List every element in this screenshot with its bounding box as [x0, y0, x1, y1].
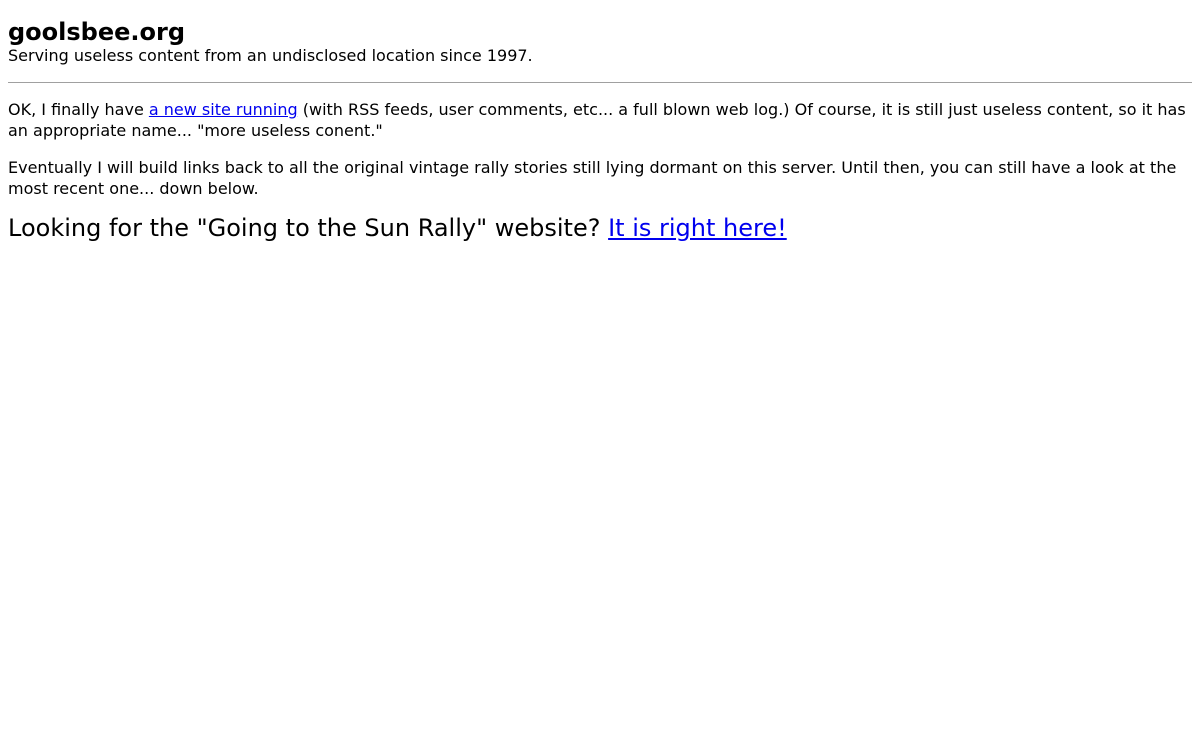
intro-paragraph: OK, I finally have a new site running (w…	[8, 99, 1188, 141]
sun-rally-link[interactable]: It is right here!	[608, 214, 787, 242]
site-tagline: Serving useless content from an undisclo…	[8, 46, 533, 65]
sun-rally-callout: Looking for the "Going to the Sun Rally"…	[8, 213, 1192, 243]
intro-text-before-link: OK, I finally have	[8, 100, 149, 119]
site-title: goolsbee.org	[8, 18, 186, 46]
rally-stories-paragraph: Eventually I will build links back to al…	[8, 158, 1177, 198]
new-site-link[interactable]: a new site running	[149, 100, 298, 119]
sun-rally-callout-text: Looking for the "Going to the Sun Rally"…	[8, 214, 609, 242]
horizontal-divider	[8, 82, 1192, 83]
page: goolsbee.org Serving useless content fro…	[0, 0, 1200, 243]
